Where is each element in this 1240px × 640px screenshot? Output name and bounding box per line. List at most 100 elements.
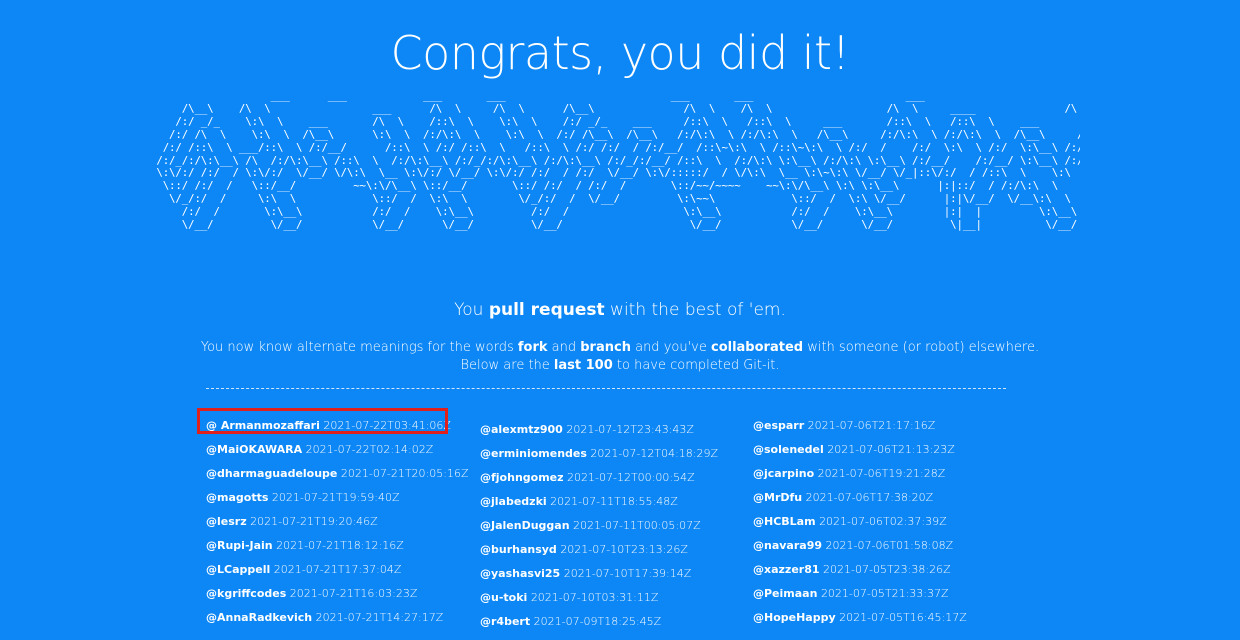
desc-text: Below are the bbox=[460, 358, 554, 373]
user-link[interactable]: @Rupi-Jain bbox=[206, 539, 273, 552]
completion-timestamp: 2021-07-12T04:18:29Z bbox=[590, 447, 719, 460]
completion-timestamp: 2021-07-21T14:27:17Z bbox=[315, 611, 444, 624]
completion-entry: @AnnaRadkevich 2021-07-21T14:27:17Z bbox=[206, 606, 469, 630]
user-link[interactable]: @lesrz bbox=[206, 515, 247, 528]
completion-entry: @solenedel 2021-07-06T21:13:23Z bbox=[753, 438, 967, 462]
desc-bold-collaborated: collaborated bbox=[710, 340, 804, 355]
user-link[interactable]: @jlabedzki bbox=[480, 495, 547, 508]
desc-text: to have completed Git-it. bbox=[612, 358, 780, 373]
completion-timestamp: 2021-07-21T17:37:04Z bbox=[273, 563, 402, 576]
user-link[interactable]: @JalenDuggan bbox=[480, 519, 570, 532]
desc-text: and bbox=[547, 340, 581, 355]
user-link[interactable]: @Peimaan bbox=[753, 587, 817, 600]
completion-timestamp: 2021-07-21T20:05:16Z bbox=[340, 467, 469, 480]
user-link[interactable]: @LCappell bbox=[206, 563, 270, 576]
user-link[interactable]: @HCBLam bbox=[753, 515, 816, 528]
user-link[interactable]: @kgriffcodes bbox=[206, 587, 286, 600]
completion-entry: @burhansyd 2021-07-10T23:13:26Z bbox=[480, 538, 718, 562]
completion-entry: @JalenDuggan 2021-07-11T00:05:07Z bbox=[480, 514, 718, 538]
completion-entry: @fjohngomez 2021-07-12T00:00:54Z bbox=[480, 466, 718, 490]
description-line-2: Below are the last 100 to have completed… bbox=[0, 357, 1240, 375]
desc-text: You now know alternate meanings for the … bbox=[200, 340, 518, 355]
completion-entry: @HopeHappy 2021-07-05T16:45:17Z bbox=[753, 606, 967, 630]
description: You now know alternate meanings for the … bbox=[0, 339, 1240, 375]
user-link[interactable]: @yashasvi25 bbox=[480, 567, 560, 580]
tagline: You pull request with the best of 'em. bbox=[0, 298, 1240, 322]
tagline-bold: pull request bbox=[488, 300, 605, 320]
completion-timestamp: 2021-07-10T17:39:14Z bbox=[563, 567, 692, 580]
user-link[interactable]: @r4bert bbox=[480, 615, 530, 628]
completion-entry: @dharmaguadeloupe 2021-07-21T20:05:16Z bbox=[206, 462, 469, 486]
desc-text: and you've bbox=[630, 340, 711, 355]
completion-timestamp: 2021-07-21T18:12:16Z bbox=[276, 539, 404, 552]
completion-entry: @yashasvi25 2021-07-10T17:39:14Z bbox=[480, 562, 718, 586]
desc-text: with someone (or robot) elsewhere. bbox=[803, 340, 1040, 355]
completion-entry: @HCBLam 2021-07-06T02:37:39Z bbox=[753, 510, 967, 534]
completion-entry: @esparr 2021-07-06T21:17:16Z bbox=[753, 414, 967, 438]
completion-entry: @erminiomendes 2021-07-12T04:18:29Z bbox=[480, 442, 718, 466]
completion-entry: @MaiOKAWARA 2021-07-22T02:14:02Z bbox=[206, 438, 469, 462]
tagline-pre: You bbox=[454, 300, 489, 320]
user-link[interactable]: @AnnaRadkevich bbox=[206, 611, 312, 624]
completion-timestamp: 2021-07-10T23:13:26Z bbox=[560, 543, 688, 556]
completion-timestamp: 2021-07-22T02:14:02Z bbox=[305, 443, 434, 456]
completion-entry: @kgriffcodes 2021-07-21T16:03:23Z bbox=[206, 582, 469, 606]
completion-timestamp: 2021-07-10T03:31:11Z bbox=[530, 591, 659, 604]
completion-timestamp: 2021-07-06T02:37:39Z bbox=[819, 515, 947, 528]
desc-bold-fork: fork bbox=[517, 340, 548, 355]
user-link[interactable]: @solenedel bbox=[753, 443, 824, 456]
completion-timestamp: 2021-07-06T01:58:08Z bbox=[825, 539, 954, 552]
completions-column-1: @ Armanmozaffari 2021-07-22T03:41:06Z @M… bbox=[206, 414, 469, 630]
completion-entry: @u-toki 2021-07-10T03:31:11Z bbox=[480, 586, 718, 610]
completion-entry: @alexmtz900 2021-07-12T23:43:43Z bbox=[480, 418, 718, 442]
desc-bold-last-100: last 100 bbox=[553, 358, 613, 373]
completion-timestamp: 2021-07-06T19:21:28Z bbox=[817, 467, 946, 480]
completion-timestamp: 2021-07-11T18:55:48Z bbox=[550, 495, 678, 508]
completion-timestamp: 2021-07-06T21:13:23Z bbox=[827, 443, 955, 456]
description-line-1: You now know alternate meanings for the … bbox=[0, 339, 1240, 357]
completion-timestamp: 2021-07-21T19:59:40Z bbox=[271, 491, 400, 504]
user-link[interactable]: @HopeHappy bbox=[753, 611, 836, 624]
user-link[interactable]: @MaiOKAWARA bbox=[206, 443, 302, 456]
completion-entry: @LCappell 2021-07-21T17:37:04Z bbox=[206, 558, 469, 582]
completion-entry: @xazzer81 2021-07-05T23:38:26Z bbox=[753, 558, 967, 582]
completion-timestamp: 2021-07-05T16:45:17Z bbox=[839, 611, 967, 624]
completion-entry: @navara99 2021-07-06T01:58:08Z bbox=[753, 534, 967, 558]
completion-entry: @MrDfu 2021-07-06T17:38:20Z bbox=[753, 486, 967, 510]
tagline-post: with the best of 'em. bbox=[604, 300, 786, 320]
completion-entry: @jcarpino 2021-07-06T19:21:28Z bbox=[753, 462, 967, 486]
user-link[interactable]: @fjohngomez bbox=[480, 471, 564, 484]
dashed-divider bbox=[206, 388, 1006, 389]
user-link[interactable]: @esparr bbox=[753, 419, 804, 432]
completion-timestamp: 2021-07-21T16:03:23Z bbox=[289, 587, 418, 600]
user-link[interactable]: @navara99 bbox=[753, 539, 822, 552]
user-link[interactable]: @xazzer81 bbox=[753, 563, 820, 576]
completion-timestamp: 2021-07-12T00:00:54Z bbox=[567, 471, 695, 484]
completion-timestamp: 2021-07-11T00:05:07Z bbox=[573, 519, 701, 532]
user-link[interactable]: @alexmtz900 bbox=[480, 423, 563, 436]
completion-timestamp: 2021-07-12T23:43:43Z bbox=[566, 423, 694, 436]
completion-timestamp: 2021-07-06T17:38:20Z bbox=[805, 491, 934, 504]
page-title: Congrats, you did it! bbox=[390, 25, 850, 80]
user-link[interactable]: @jcarpino bbox=[753, 467, 814, 480]
completion-entry: @Peimaan 2021-07-05T21:33:37Z bbox=[753, 582, 967, 606]
user-link[interactable]: @erminiomendes bbox=[480, 447, 587, 460]
completion-timestamp: 2021-07-09T18:25:45Z bbox=[533, 615, 662, 628]
user-link[interactable]: @magotts bbox=[206, 491, 268, 504]
completion-timestamp: 2021-07-21T19:20:46Z bbox=[250, 515, 378, 528]
completions-column-2: @alexmtz900 2021-07-12T23:43:43Z @ermini… bbox=[480, 418, 718, 634]
completion-timestamp: 2021-07-06T21:17:16Z bbox=[807, 419, 936, 432]
completion-entry: @lesrz 2021-07-21T19:20:46Z bbox=[206, 510, 469, 534]
completion-entry: @jlabedzki 2021-07-11T18:55:48Z bbox=[480, 490, 718, 514]
completion-timestamp: 2021-07-05T21:33:37Z bbox=[820, 587, 949, 600]
user-link[interactable]: @burhansyd bbox=[480, 543, 557, 556]
user-link[interactable]: @dharmaguadeloupe bbox=[206, 467, 337, 480]
completion-entry: @magotts 2021-07-21T19:59:40Z bbox=[206, 486, 469, 510]
ascii-art-banner: ___ ___ ___ ___ ___ ___ ___ ___ /\__\ /\… bbox=[156, 90, 1080, 232]
completion-entry: @r4bert 2021-07-09T18:25:45Z bbox=[480, 610, 718, 634]
completions-column-3: @esparr 2021-07-06T21:17:16Z @solenedel … bbox=[753, 414, 967, 630]
user-link[interactable]: @u-toki bbox=[480, 591, 527, 604]
user-link[interactable]: @MrDfu bbox=[753, 491, 802, 504]
completion-timestamp: 2021-07-05T23:38:26Z bbox=[823, 563, 951, 576]
desc-bold-branch: branch bbox=[580, 340, 631, 355]
